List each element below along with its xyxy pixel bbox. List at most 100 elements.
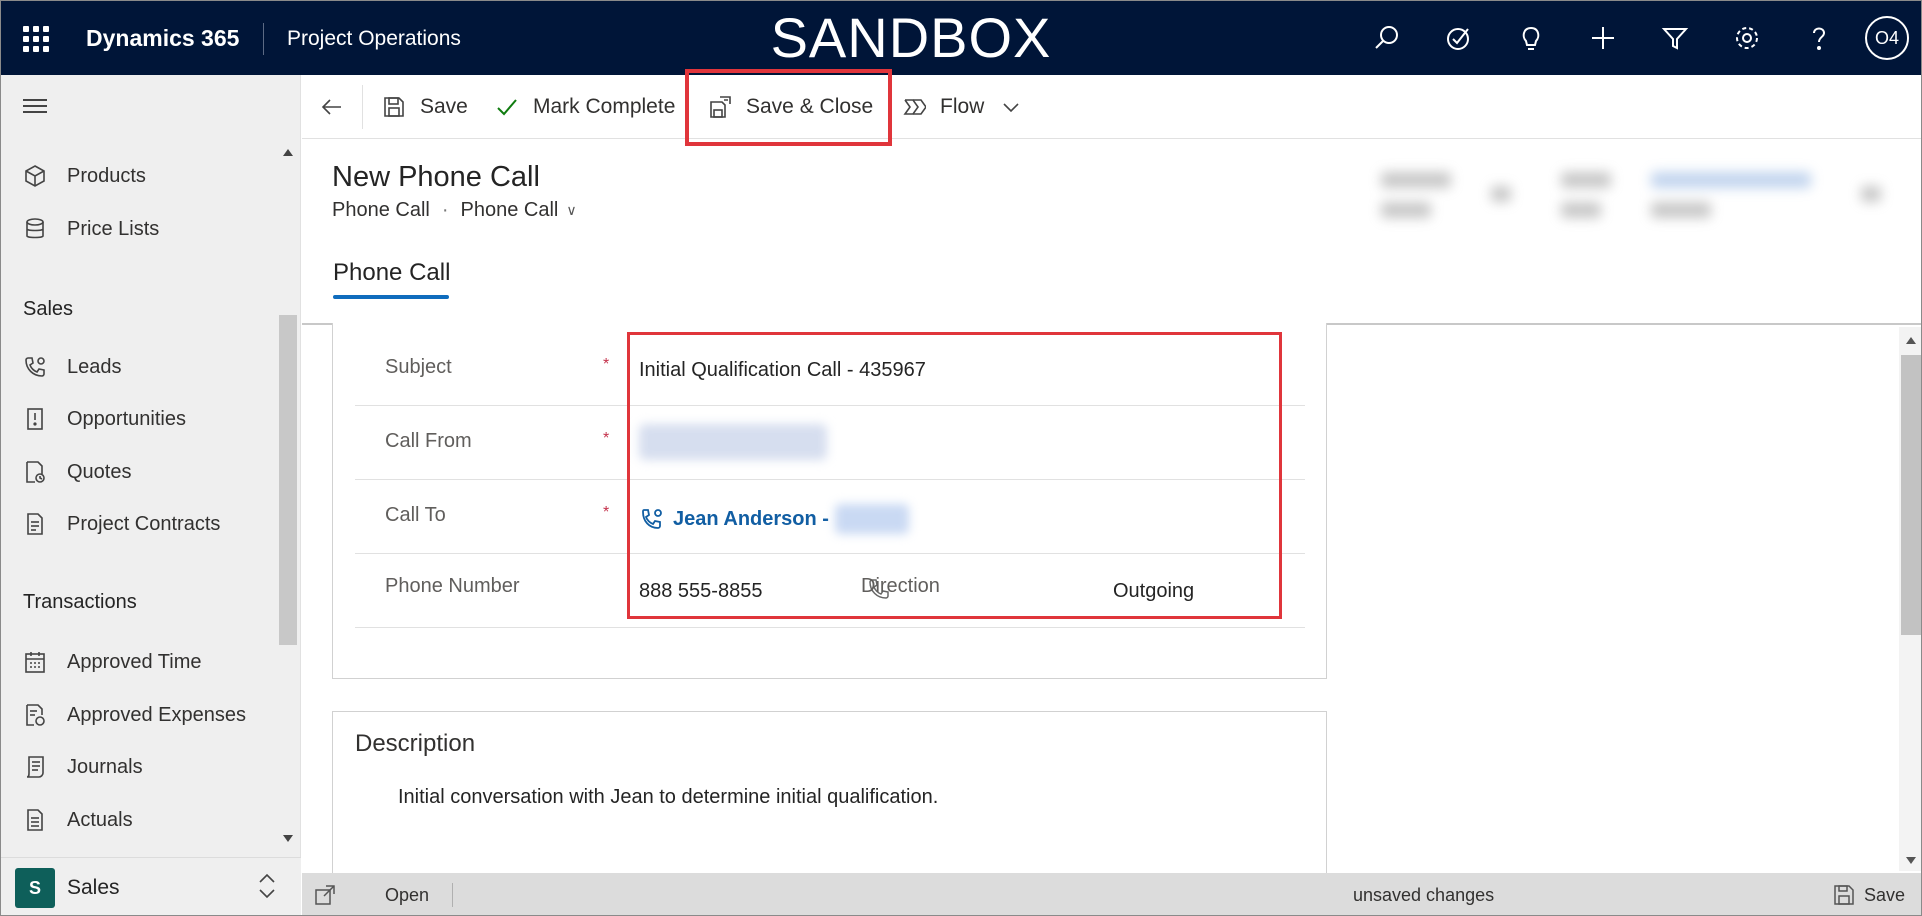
area-name: Sales bbox=[67, 876, 120, 899]
hamburger-menu-icon[interactable] bbox=[23, 99, 47, 115]
sidebar-item-label: Price Lists bbox=[67, 217, 160, 240]
flow-button[interactable]: Flow bbox=[902, 75, 984, 139]
required-marker: * bbox=[603, 356, 610, 373]
sidebar-item-label: Actuals bbox=[67, 808, 133, 831]
description-label: Description bbox=[355, 730, 476, 757]
sidebar-scroll-up-icon[interactable] bbox=[283, 149, 293, 156]
back-arrow-icon bbox=[321, 99, 341, 115]
calendar-icon bbox=[25, 652, 45, 673]
document-icon bbox=[27, 809, 43, 831]
area-badge: S bbox=[15, 868, 55, 908]
separator-dot: · bbox=[441, 199, 449, 221]
mark-complete-label: Mark Complete bbox=[533, 95, 676, 118]
stack-icon bbox=[26, 218, 44, 239]
subject-label: Subject bbox=[385, 356, 452, 378]
tab-phone-call[interactable]: Phone Call bbox=[333, 259, 450, 287]
mark-complete-button[interactable]: Mark Complete bbox=[495, 75, 675, 139]
sidebar-item-label: Approved Time bbox=[67, 650, 202, 673]
sidebar-item-price-lists[interactable]: Price Lists bbox=[23, 209, 159, 249]
sidebar-item-opportunities[interactable]: Opportunities bbox=[23, 399, 186, 439]
form-scrollbar[interactable] bbox=[1899, 327, 1921, 871]
header-fields-blurred bbox=[1371, 166, 1881, 228]
phone-gear-icon bbox=[25, 357, 45, 377]
call-to-label: Call To bbox=[385, 504, 446, 526]
area-switcher[interactable]: S Sales bbox=[1, 857, 301, 915]
sidebar-item-journals[interactable]: Journals bbox=[23, 747, 143, 787]
expense-icon bbox=[26, 704, 45, 726]
unsaved-changes-status: unsaved changes bbox=[1353, 885, 1495, 905]
footer-save-button[interactable]: Save bbox=[1864, 885, 1905, 906]
sidebar-scrollbar-thumb[interactable] bbox=[279, 315, 297, 645]
sidebar-item-label: Opportunities bbox=[67, 407, 186, 430]
opportunity-icon bbox=[27, 408, 43, 430]
sitemap-sidebar: Products Price Lists Sales Leads Opportu… bbox=[1, 75, 301, 915]
required-marker: * bbox=[603, 504, 610, 521]
save-button[interactable]: Save bbox=[382, 75, 468, 139]
quote-icon bbox=[26, 461, 45, 483]
fields-highlight-box bbox=[627, 332, 1282, 619]
chevron-down-icon[interactable]: ∨ bbox=[566, 202, 576, 219]
back-button[interactable] bbox=[320, 75, 358, 139]
description-textarea[interactable]: Initial conversation with Jean to determ… bbox=[398, 786, 938, 809]
checkmark-icon bbox=[497, 99, 517, 116]
save-label: Save bbox=[420, 95, 468, 118]
sidebar-item-actuals[interactable]: Actuals bbox=[23, 800, 133, 840]
sidebar-group-sales: Sales bbox=[23, 298, 74, 320]
open-in-window-icon[interactable] bbox=[314, 884, 336, 906]
sidebar-scroll-down-icon[interactable] bbox=[283, 835, 293, 842]
save-close-highlight-box bbox=[685, 69, 892, 146]
call-from-label: Call From bbox=[385, 430, 472, 452]
flow-icon bbox=[903, 99, 926, 115]
user-avatar[interactable]: O4 bbox=[1865, 16, 1909, 60]
top-bar: Dynamics 365 Project Operations SANDBOX bbox=[1, 1, 1921, 75]
chevron-up-down-icon bbox=[259, 873, 275, 899]
sidebar-item-approved-time[interactable]: Approved Time bbox=[23, 642, 202, 682]
scroll-up-icon[interactable] bbox=[1906, 337, 1916, 344]
save-icon bbox=[384, 97, 404, 117]
scrollbar-thumb[interactable] bbox=[1901, 355, 1921, 635]
command-bar: Save Mark Complete Save & Close Flow bbox=[302, 75, 1921, 139]
task-check-icon[interactable] bbox=[1423, 13, 1495, 63]
sidebar-item-quotes[interactable]: Quotes bbox=[23, 452, 131, 492]
sidebar-item-label: Journals bbox=[67, 755, 143, 778]
footer-divider bbox=[452, 883, 453, 907]
cube-icon bbox=[25, 165, 45, 187]
sidebar-item-label: Approved Expenses bbox=[67, 703, 247, 726]
brand-divider bbox=[263, 23, 264, 55]
record-subtitle: Phone Call · Phone Call ∨ bbox=[332, 199, 577, 222]
sidebar-item-leads[interactable]: Leads bbox=[23, 347, 122, 387]
sidebar-group-transactions: Transactions bbox=[23, 591, 137, 613]
sidebar-item-approved-expenses[interactable]: Approved Expenses bbox=[23, 695, 246, 735]
app-name[interactable]: Project Operations bbox=[287, 27, 461, 51]
flow-label: Flow bbox=[940, 95, 985, 118]
sidebar-item-products[interactable]: Products bbox=[23, 156, 146, 196]
form-selector[interactable]: Phone Call bbox=[461, 199, 559, 222]
entity-name: Phone Call bbox=[332, 199, 430, 221]
record-status: Open bbox=[385, 885, 430, 905]
tab-active-indicator bbox=[333, 295, 449, 299]
plus-icon[interactable] bbox=[1567, 13, 1639, 63]
flow-dropdown-button[interactable] bbox=[999, 75, 1037, 139]
chevron-down-icon bbox=[1003, 103, 1019, 113]
top-bar-actions: O4 bbox=[1351, 13, 1909, 63]
contract-icon bbox=[27, 513, 43, 535]
gear-icon[interactable] bbox=[1711, 13, 1783, 63]
command-divider bbox=[362, 85, 363, 129]
app-launcher-icon[interactable] bbox=[23, 26, 49, 52]
sidebar-item-label: Project Contracts bbox=[67, 512, 221, 535]
filter-icon[interactable] bbox=[1639, 13, 1711, 63]
phone-number-label: Phone Number bbox=[385, 575, 520, 597]
app-window: Dynamics 365 Project Operations SANDBOX bbox=[0, 0, 1922, 916]
sidebar-item-label: Leads bbox=[67, 355, 122, 378]
required-marker: * bbox=[603, 430, 610, 447]
brand-title[interactable]: Dynamics 365 bbox=[86, 25, 239, 52]
sidebar-item-project-contracts[interactable]: Project Contracts bbox=[23, 504, 220, 544]
sidebar-item-label: Quotes bbox=[67, 460, 132, 483]
save-icon[interactable] bbox=[1833, 884, 1855, 906]
record-title: New Phone Call bbox=[332, 161, 540, 193]
scroll-down-icon[interactable] bbox=[1906, 857, 1916, 864]
help-icon[interactable] bbox=[1783, 13, 1855, 63]
search-icon[interactable] bbox=[1351, 13, 1423, 63]
lightbulb-icon[interactable] bbox=[1495, 13, 1567, 63]
environment-label: SANDBOX bbox=[770, 6, 1052, 69]
